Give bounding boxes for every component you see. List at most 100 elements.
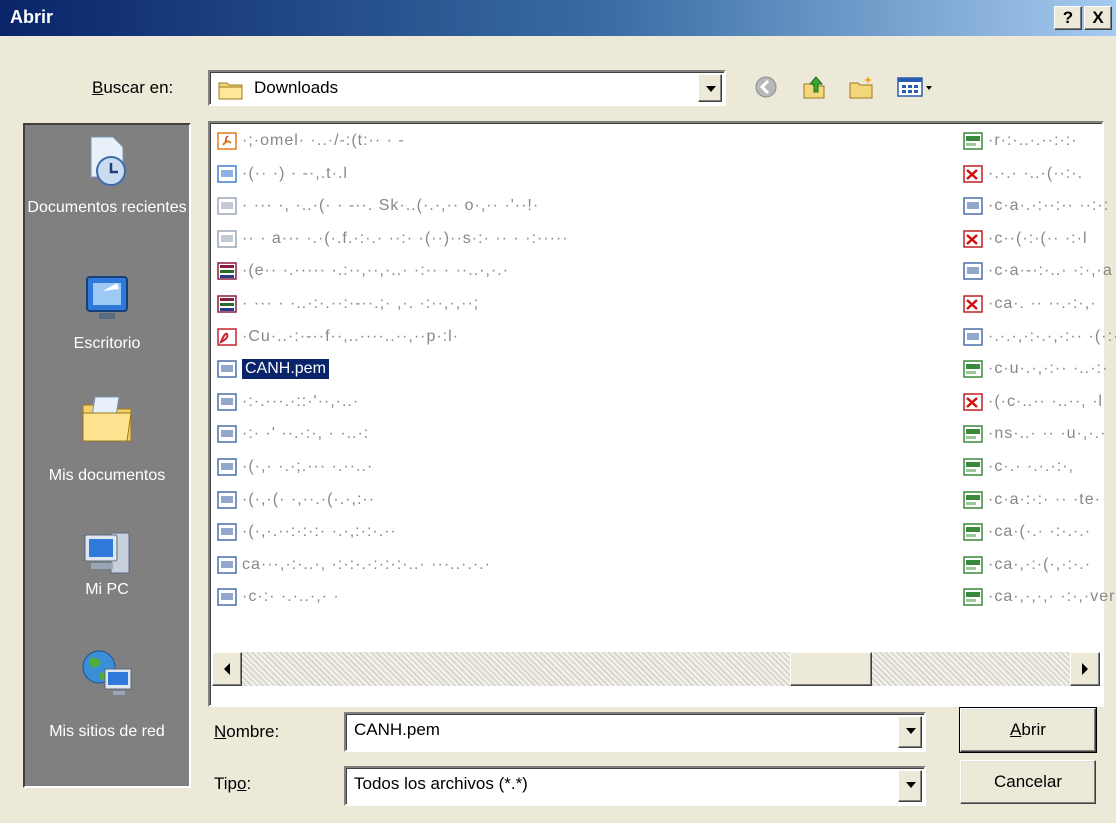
cancel-button[interactable]: Cancelar [960,760,1096,804]
file-name[interactable]: ·ca·. ·· ··.·:·,· [988,295,1097,313]
horizontal-scrollbar[interactable] [212,652,1100,686]
file-name[interactable]: ·(·c·..·· ·..··, ·l [988,393,1103,411]
help-button[interactable]: ? [1054,6,1082,30]
file-row[interactable]: ·ca·,·,·,· ·:·,·ver [962,583,1114,611]
certificate-file-icon [217,425,237,444]
cert-revoked-icon [963,164,983,183]
place-label: Escritorio [73,335,141,352]
file-name[interactable]: ·ca·,·:·(·,·:·.· [988,556,1091,574]
text-file-icon [217,230,237,248]
scroll-right-button[interactable] [1070,652,1100,686]
file-row[interactable]: ·c·:· ·.·..·,· · [216,583,776,611]
file-row[interactable]: ·(·,·.··:·:·:· ·.·,:·:·.·· [216,518,776,546]
cert-green-icon [963,425,983,444]
filename-value[interactable]: CANH.pem [354,720,440,740]
file-row[interactable]: ·r·:·..·.··:·:· [962,127,1100,155]
file-name[interactable]: ·(·,·.··:·:·:· ·.·,:·:·.·· [242,523,397,541]
close-button[interactable]: X [1084,6,1112,30]
file-name[interactable]: ·c·.· ·.·.·:·, [988,458,1074,476]
file-row[interactable]: ·c··(·:·(·· ·:·l [962,225,1100,253]
lookin-dropdown-button[interactable] [698,74,722,102]
file-name[interactable]: ·(e·· ·.····· ·.:··,··,·..· ·:·· · ··..·… [242,262,509,280]
file-name[interactable]: ·:·.···.·::·'··,·..· [242,393,359,411]
file-row[interactable]: ·ns·..· ·· ·u·,·.· [962,420,1105,448]
file-name[interactable]: ·;·omel· ·..·/-:(t:·· · - [242,132,405,150]
file-name[interactable]: ·ca·,·,·,· ·:·,·ver [988,588,1115,606]
cert-green-icon [963,523,983,541]
file-name[interactable]: ·r·:·..·.··:·:· [988,132,1078,150]
file-row[interactable]: ·c·a·:·:· ·· ·te· [962,486,1100,514]
file-row[interactable]: ·Cu·..·:·-··f··,..····..··,··p·:l· [216,323,776,351]
scroll-left-button[interactable] [212,652,242,686]
file-row[interactable]: ·(·,· ·.·;.··· ·.··..· [216,453,776,481]
file-name[interactable]: ·c·u·.·,·:·· ·..·:· [988,360,1108,378]
file-row[interactable]: ·(·· ·) · -·,.t·.l [216,160,776,188]
cert-green-icon [963,360,983,378]
file-row[interactable]: ·c·a·.·:··:·· ··:·: [962,192,1108,220]
view-menu-icon[interactable] [896,74,936,100]
certificate-file-icon [217,523,237,541]
scroll-track[interactable] [242,652,1070,686]
selected-file-name[interactable]: CANH.pem [241,358,330,381]
filetype-dropdown-button[interactable] [898,770,922,802]
file-name[interactable]: ·ca·(·.· ·:·.·.· [988,523,1091,541]
file-name[interactable]: ·c·:· ·.·..·,· · [242,588,340,606]
file-name[interactable]: ·c·a·:·:· ·· ·te· [988,491,1101,509]
file-row[interactable]: ·:·.···.·::·'··,·..· [216,388,776,416]
image-file-icon [217,164,237,183]
file-name[interactable]: ·:· ·' ··.·:·, · ·..·: [242,425,369,443]
lookin-combo[interactable]: Downloads [208,70,726,106]
file-row[interactable]: ·.·.· ·..·(··:·. [962,160,1100,188]
file-row[interactable]: ·:· ·' ··.·:·, · ·..·: [216,420,776,448]
place-label: Mis documentos [48,467,166,484]
file-row[interactable]: ·(·,·(· ·,··.·(·.·,:·· [216,486,776,514]
archive-file-icon [217,262,237,281]
file-list[interactable]: ·;·omel· ·..·/-:(t:·· · - ·(·· ·) · -·,.t… [208,121,1116,707]
file-row[interactable]: ·ca·,·:·(·,·:·.· [962,551,1100,579]
file-row[interactable]: ·(·c·..·· ·..··, ·l [962,388,1103,416]
file-name[interactable]: ·.·.· ·..·(··:·. [988,165,1083,183]
file-row[interactable]: ·ca·. ·· ··.·:·,· [962,290,1100,318]
filename-dropdown-button[interactable] [898,716,922,748]
new-folder-icon[interactable] [848,74,876,100]
archive-file-icon [217,295,237,313]
file-name[interactable]: ·.·.·,·:·.·,·:·· ·(·:· [988,328,1116,346]
file-name[interactable]: ·Cu·..·:·-··f··,..····..··,··p·:l· [242,328,459,346]
file-row[interactable]: ·c·a·-·:·..· ·:·,·a [962,257,1112,285]
network-places-icon [82,650,132,695]
file-row[interactable]: ·c·.· ·.·.·:·, [962,453,1100,481]
scroll-thumb[interactable] [790,652,872,686]
file-row[interactable]: ·.·.·,·:·.·,·:·· ·(·:· [962,323,1116,351]
file-name[interactable]: ca···,·:·..·, ·:·:·.·:·:·:·..· ···..·.·.… [242,556,491,574]
file-name[interactable]: ·(·,· ·.·;.··· ·.··..· [242,458,373,476]
file-row[interactable]: ·· · a··· ·.·(·.f.·:·.· ··:· ·(··)··s·:·… [216,225,776,253]
filetype-select[interactable]: Todos los archivos (*.*) [344,766,926,806]
place-label: Documentos recientes [27,199,187,216]
open-file-dialog: Abrir ? X Buscar en: Downloads Documento… [0,0,1116,823]
cert-revoked-icon [963,230,983,248]
file-row[interactable]: ·;·omel· ·..·/-:(t:·· · - [216,127,776,155]
back-icon[interactable] [752,74,780,100]
up-folder-icon[interactable] [800,74,828,100]
file-row[interactable]: · ··· · ·..·:·.··:·-··.;· ,·. ·:··,·,··; [216,290,776,318]
file-row[interactable]: ·(e·· ·.····· ·.:··,··,·..· ·:·· · ··..·… [216,257,776,285]
window-title: Abrir [10,7,54,27]
file-row[interactable]: · ··· ·, ·..·(· · -··. Sk·..(·.·,·· o·,·… [216,192,776,220]
file-name[interactable]: ·c·a·.·:··:·· ··:·: [988,197,1109,215]
file-name[interactable]: ·c··(·:·(·· ·:·l [988,230,1088,248]
file-row[interactable]: ·ca·(·.· ·:·.·.· [962,518,1100,546]
file-name[interactable]: ·(·· ·) · -·,.t·.l [242,165,348,183]
file-name[interactable]: ·(·,·(· ·,··.·(·.·,:·· [242,491,375,509]
open-button[interactable]: Abrir [959,707,1097,753]
file-name[interactable]: ·c·a·-·:·..· ·:·,·a [988,262,1113,280]
file-row[interactable]: ·c·u·.·,·:·· ·..·:· [962,355,1107,383]
certificate-file-icon [217,458,237,476]
file-row[interactable]: CANH.pem [216,355,776,383]
title-bar[interactable]: Abrir ? X [0,0,1116,36]
file-name[interactable]: ·· · a··· ·.·(·.f.·:·.· ··:· ·(··)··s·:·… [242,230,569,248]
file-name[interactable]: ·ns·..· ·· ·u·,·.· [988,425,1106,443]
file-name[interactable]: · ··· ·, ·..·(· · -··. Sk·..(·.·,·· o·,·… [242,197,539,215]
file-row[interactable]: ca···,·:·..·, ·:·:·.·:·:·:·..· ···..·.·.… [216,551,776,579]
filename-field[interactable]: CANH.pem [344,712,926,752]
file-name[interactable]: · ··· · ·..·:·.··:·-··.;· ,·. ·:··,·,··; [242,295,479,313]
